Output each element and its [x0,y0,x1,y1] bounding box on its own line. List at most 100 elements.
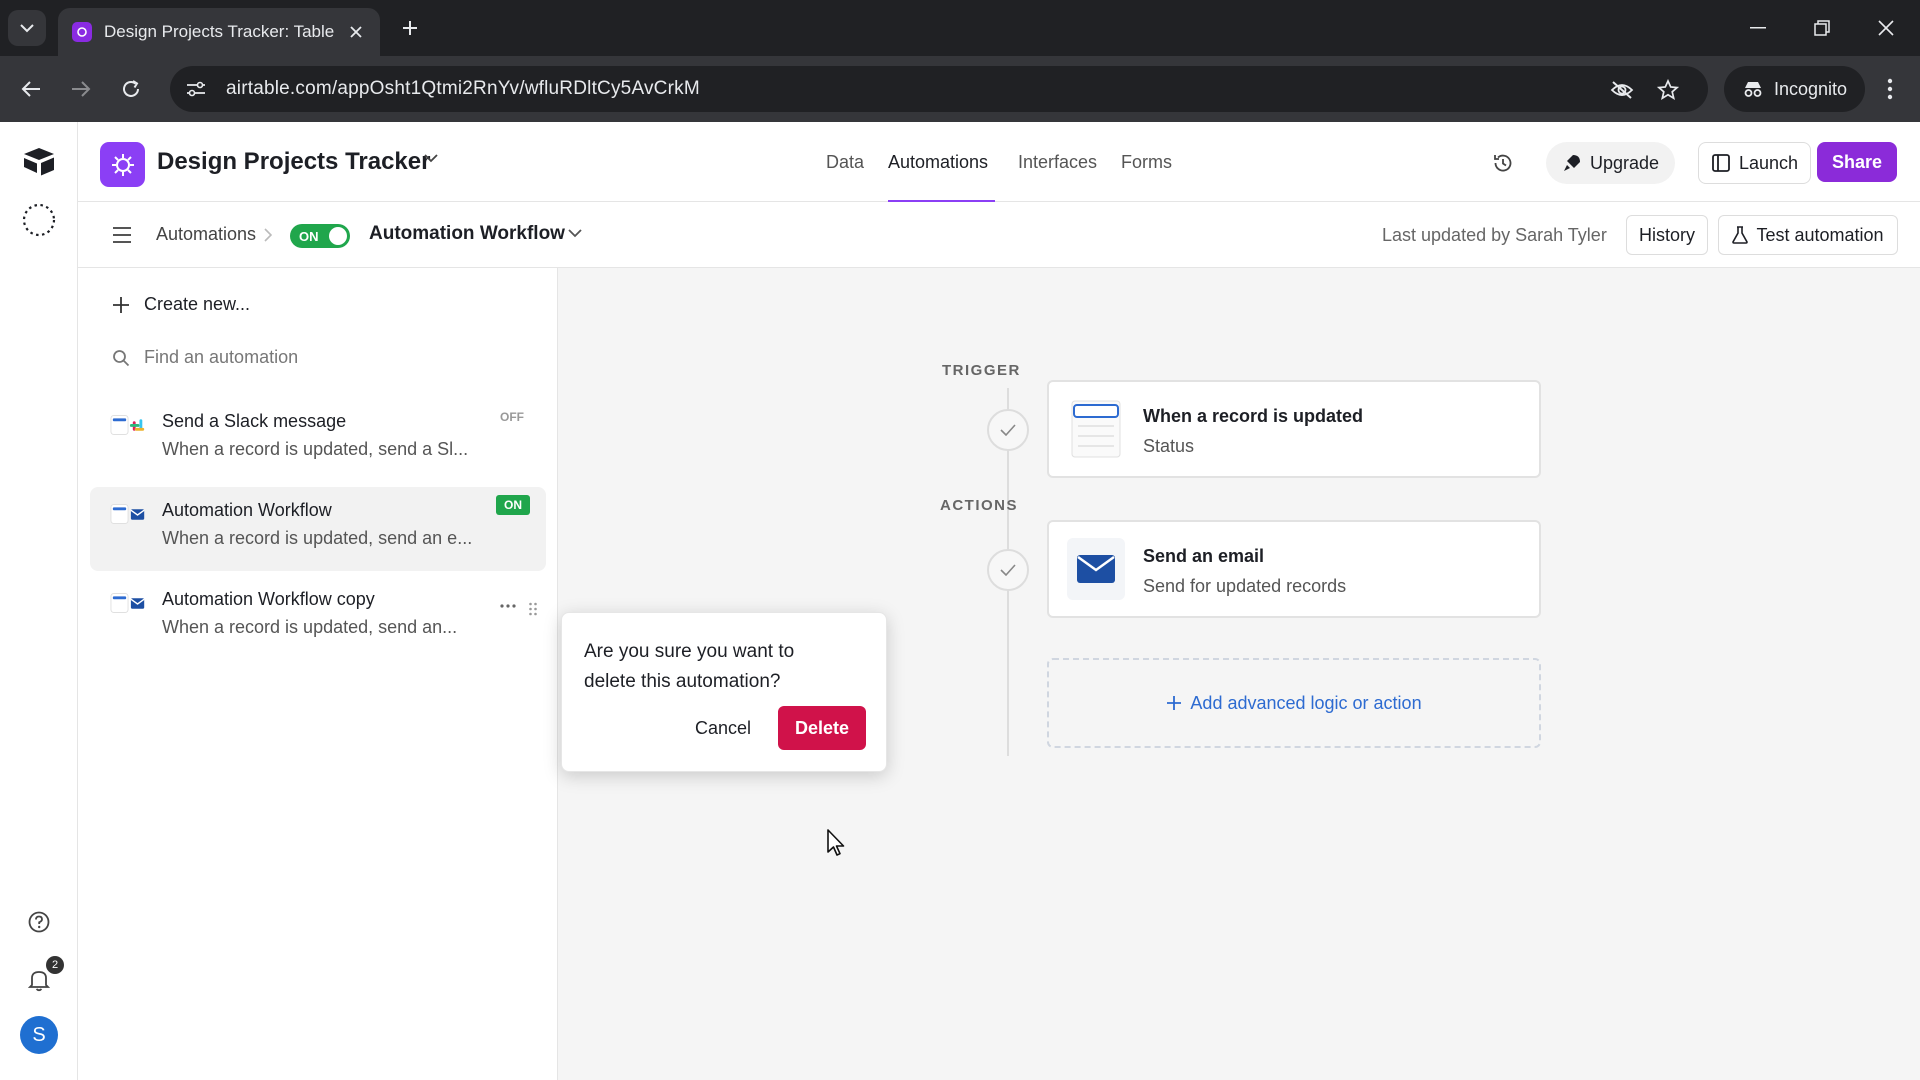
automation-title: Send a Slack message [162,411,347,431]
action-card[interactable]: Send an email Send for updated records [1047,520,1541,618]
action-check-icon [987,549,1029,591]
tab-interfaces[interactable]: Interfaces [1018,152,1097,173]
toggle-label: ON [299,229,319,244]
url-text: airtable.com/appOsht1Qtmi2RnYv/wfluRDltC… [226,78,700,99]
actions-section-label: ACTIONS [940,497,1018,514]
breadcrumb-automations[interactable]: Automations [156,224,256,245]
history-button[interactable]: History [1626,215,1708,255]
browser-tab[interactable]: Design Projects Tracker: Table 1 [58,8,380,56]
hamburger-menu-icon[interactable] [110,224,134,246]
chevron-right-icon [264,228,272,242]
trigger-section-label: TRIGGER [942,362,1021,379]
bookmark-star-icon[interactable] [1656,78,1680,102]
add-advanced-logic-button[interactable]: Add advanced logic or action [1047,658,1541,748]
delete-confirmation-message: Are you sure you want to delete this aut… [584,641,795,692]
browser-menu-icon[interactable] [1876,74,1904,104]
toggle-knob [329,227,347,245]
chevron-down-icon[interactable] [568,229,582,238]
action-subtitle: Send for updated records [1143,576,1347,596]
find-automation-placeholder: Find an automation [144,347,299,367]
test-automation-label: Test automation [1756,224,1884,245]
minimize-icon[interactable] [1744,14,1772,42]
trigger-card[interactable]: When a record is updated Status [1047,380,1541,478]
cancel-button[interactable]: Cancel [680,706,766,750]
create-new-label: Create new... [144,294,251,314]
record-updated-icon [1067,398,1125,460]
launch-button[interactable]: Launch [1698,142,1812,184]
automation-title: Automation Workflow [162,500,332,520]
base-name[interactable]: Design Projects Tracker [157,148,430,176]
tab-automations[interactable]: Automations [888,152,988,173]
trigger-email-icon [110,501,148,527]
share-button[interactable]: Share [1817,142,1897,182]
help-icon[interactable] [19,902,59,942]
tab-data[interactable]: Data [826,152,864,173]
more-options-icon[interactable] [500,604,516,608]
base-history-icon[interactable] [1488,148,1518,178]
status-badge-on: ON [496,495,530,515]
find-automation-input[interactable]: Find an automation [112,347,298,368]
trigger-title: When a record is updated [1143,406,1364,426]
mouse-cursor-icon [827,829,845,856]
url-bar[interactable]: airtable.com/appOsht1Qtmi2RnYv/wfluRDltC… [170,66,1708,112]
delete-confirmation-dialog: Are you sure you want to delete this aut… [561,612,887,772]
tab-title: Design Projects Tracker: Table 1 [104,22,340,41]
browser-address-bar: airtable.com/appOsht1Qtmi2RnYv/wfluRDltC… [0,56,1920,122]
plus-icon [113,296,129,313]
test-automation-button[interactable]: Test automation [1718,215,1898,255]
restore-icon[interactable] [1808,14,1836,42]
airtable-favicon-icon [72,22,92,42]
back-icon[interactable] [16,74,46,104]
add-advanced-logic-label: Add advanced logic or action [1190,692,1422,713]
close-window-icon[interactable] [1872,14,1900,42]
close-tab-icon[interactable] [346,22,366,42]
site-settings-icon[interactable] [186,80,206,98]
automation-toolbar: Automations ON Automation Workflow Last … [78,202,1920,268]
app-header: Design Projects Tracker Data Automations… [78,122,1920,203]
notification-count-badge: 2 [46,956,64,974]
base-icon[interactable] [100,142,145,187]
trigger-subtitle: Status [1143,436,1195,456]
incognito-icon [1744,82,1762,97]
user-avatar[interactable]: S [20,1016,58,1054]
plus-icon [1167,696,1182,710]
flask-icon [1732,226,1749,244]
forward-icon[interactable] [66,74,96,104]
rocket-icon [1564,155,1580,171]
upgrade-button[interactable]: Upgrade [1546,142,1676,184]
trigger-check-icon [987,409,1029,451]
workflow-name[interactable]: Automation Workflow [369,223,565,245]
trigger-email-icon [110,590,148,616]
airtable-home-logo-icon[interactable] [19,141,59,181]
eye-off-icon[interactable] [1610,78,1634,102]
automation-item-slack[interactable]: Send a Slack message When a record is up… [90,398,546,482]
automation-item-workflow-copy[interactable]: Automation Workflow copy When a record i… [90,576,546,660]
automation-list-panel: Create new... Find an automation Send a … [78,268,558,1080]
status-badge-off: OFF [500,410,524,424]
tab-forms[interactable]: Forms [1121,152,1172,173]
incognito-indicator[interactable]: Incognito [1724,66,1866,112]
create-new-button[interactable]: Create new... [112,294,250,315]
upgrade-label: Upgrade [1590,152,1660,173]
browser-tab-bar: Design Projects Tracker: Table 1 [0,0,1920,56]
action-title: Send an email [1143,546,1265,566]
email-envelope-icon [1067,538,1125,600]
tab-search-button[interactable] [8,10,46,46]
automation-description: When a record is updated, send an... [162,617,458,637]
reload-icon[interactable] [116,74,146,104]
delete-button[interactable]: Delete [778,706,866,750]
automation-item-workflow[interactable]: Automation Workflow When a record is upd… [90,487,546,571]
trigger-slack-icon [110,412,148,438]
incognito-label: Incognito [1774,78,1848,99]
new-tab-icon[interactable] [396,14,424,42]
launch-label: Launch [1739,152,1799,173]
automation-description: When a record is updated, send a Sl... [162,439,469,459]
launch-icon [1712,154,1730,172]
chevron-down-icon[interactable] [424,154,438,163]
last-updated-text: Last updated by Sarah Tyler [1382,225,1607,245]
loading-spinner-icon [19,200,59,240]
automation-title: Automation Workflow copy [162,589,375,609]
automation-on-toggle[interactable]: ON [290,224,350,248]
search-icon [113,349,130,366]
drag-handle-icon[interactable] [528,602,538,616]
